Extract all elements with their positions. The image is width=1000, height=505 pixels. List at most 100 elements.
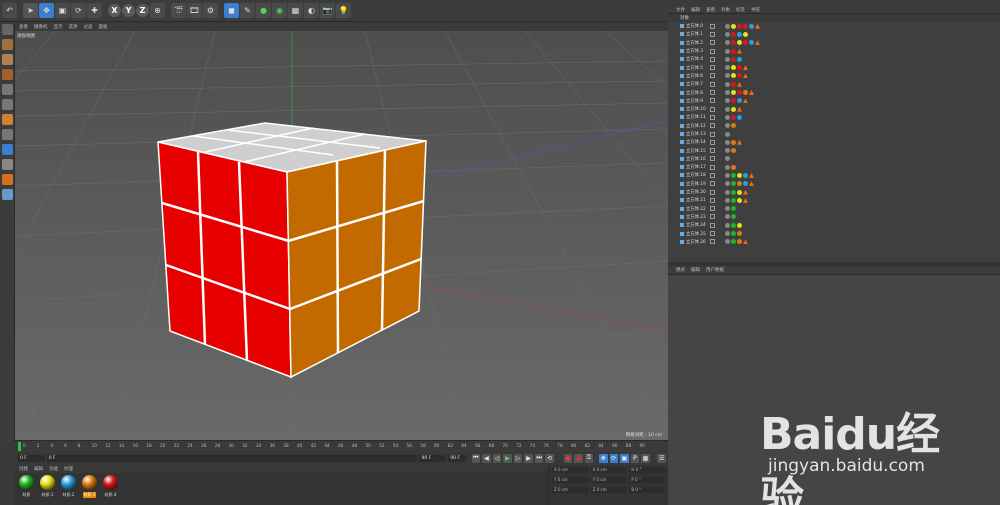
object-row[interactable]: 立方体.26 (668, 238, 1000, 246)
key-rotation-icon[interactable]: ⟳ (609, 453, 619, 463)
material-menu-texture[interactable]: 纹理 (64, 466, 73, 472)
viewport-menu-display[interactable]: 显示 (54, 24, 63, 30)
next-key-icon[interactable]: ▶ (524, 453, 533, 463)
object-row[interactable]: 立方体.15 (668, 146, 1000, 154)
material-tag-icon[interactable] (731, 114, 736, 120)
material-tag-icon[interactable] (731, 214, 736, 220)
material-tag-icon[interactable] (731, 81, 736, 87)
material-tag-icon[interactable] (737, 40, 742, 46)
material-tag-icon[interactable] (737, 172, 742, 178)
material-tag-icon[interactable] (731, 148, 736, 154)
selection-tag-icon[interactable] (737, 81, 742, 87)
phong-tag-icon[interactable] (725, 114, 730, 120)
object-menu-bookmarks[interactable]: 书签 (751, 7, 760, 13)
start-frame-field[interactable]: 0 F (18, 454, 45, 462)
selection-tag-icon[interactable] (743, 197, 748, 203)
perspective-viewport[interactable]: 网格间距 : 10 cm (15, 31, 668, 440)
selection-tag-icon[interactable] (737, 48, 742, 54)
object-row[interactable]: 立方体.2 (668, 39, 1000, 47)
object-row[interactable]: 立方体.25 (668, 229, 1000, 237)
record-key-icon[interactable]: ● (563, 453, 573, 463)
object-menu-edit[interactable]: 编辑 (691, 7, 700, 13)
visibility-toggle-icon[interactable] (710, 139, 715, 145)
autokey-icon[interactable]: ◉ (574, 453, 583, 463)
spline-pen-icon[interactable]: ✎ (240, 3, 255, 18)
material-tag-icon[interactable] (731, 106, 736, 112)
material-tag-icon[interactable] (743, 90, 748, 96)
key-pla-icon[interactable]: ▦ (641, 453, 650, 463)
points-mode-icon[interactable] (2, 84, 13, 95)
phong-tag-icon[interactable] (725, 40, 730, 46)
selection-tag-icon[interactable] (743, 73, 748, 79)
object-group-header[interactable]: 对象 (668, 14, 1000, 22)
phong-tag-icon[interactable] (725, 172, 730, 178)
viewport-menu-options[interactable]: 选项 (69, 24, 78, 30)
selection-tag-icon[interactable] (755, 23, 760, 29)
scene-icon[interactable]: ▦ (288, 3, 303, 18)
phong-tag-icon[interactable] (725, 148, 730, 154)
object-row[interactable]: 立方体.22 (668, 205, 1000, 213)
current-frame-field[interactable]: 0 F (46, 454, 418, 462)
key-scale-icon[interactable]: ▣ (620, 453, 629, 463)
object-row[interactable]: 立方体.13 (668, 130, 1000, 138)
visibility-toggle-icon[interactable] (710, 231, 715, 237)
material-tag-icon[interactable] (737, 73, 742, 79)
material-menu-create[interactable]: 创建 (19, 466, 28, 472)
material-tag-icon[interactable] (737, 65, 742, 71)
visibility-toggle-icon[interactable] (710, 206, 715, 212)
phong-tag-icon[interactable] (725, 131, 730, 137)
material-tag-icon[interactable] (731, 98, 736, 104)
go-to-start-icon[interactable]: ⏮ (471, 453, 481, 463)
y-axis-lock-icon[interactable]: Y (122, 4, 135, 17)
material-tag-icon[interactable] (737, 189, 742, 195)
coordinate-field[interactable]: H 0 ° (629, 467, 666, 473)
visibility-toggle-icon[interactable] (710, 90, 715, 96)
workplane-icon[interactable] (2, 69, 13, 80)
object-row[interactable]: 立方体.21 (668, 196, 1000, 204)
visibility-toggle-icon[interactable] (710, 131, 715, 137)
texture-mode-icon[interactable] (2, 54, 13, 65)
visibility-toggle-icon[interactable] (710, 98, 715, 104)
material-tag-icon[interactable] (737, 98, 742, 104)
material-tag-icon[interactable] (731, 73, 736, 79)
object-row[interactable]: 立方体.10 (668, 105, 1000, 113)
material-tag-icon[interactable] (737, 56, 742, 62)
material-menu-function[interactable]: 功能 (49, 466, 58, 472)
selection-tag-icon[interactable] (743, 239, 748, 245)
phong-tag-icon[interactable] (725, 222, 730, 228)
phong-tag-icon[interactable] (725, 90, 730, 96)
material-tag-icon[interactable] (749, 23, 754, 29)
phong-tag-icon[interactable] (725, 206, 730, 212)
object-row[interactable]: 立方体.7 (668, 80, 1000, 88)
x-axis-lock-icon[interactable]: X (108, 4, 121, 17)
object-menu-tags[interactable]: 标签 (736, 7, 745, 13)
phong-tag-icon[interactable] (725, 189, 730, 195)
material-tag-icon[interactable] (737, 231, 742, 237)
sculpt-icon[interactable] (2, 159, 13, 170)
material-tag-icon[interactable] (731, 31, 736, 37)
edges-mode-icon[interactable] (2, 99, 13, 110)
object-row[interactable]: 立方体.23 (668, 213, 1000, 221)
material-tag-icon[interactable] (731, 48, 736, 54)
visibility-toggle-icon[interactable] (710, 164, 715, 170)
phong-tag-icon[interactable] (725, 48, 730, 54)
phong-tag-icon[interactable] (725, 231, 730, 237)
material-tag-icon[interactable] (737, 197, 742, 203)
z-axis-lock-icon[interactable]: Z (136, 4, 149, 17)
timeline-ruler[interactable]: 0 2 4 6 8 10 12 14 16 18 20 22 24 26 28 30 32 34 36 38 40 42 4… (15, 440, 668, 452)
material-tag-icon[interactable] (731, 206, 736, 212)
locked-workplane-icon[interactable] (2, 174, 13, 185)
object-row[interactable]: 立方体.9 (668, 97, 1000, 105)
material-tag-icon[interactable] (737, 90, 742, 96)
keyframe-selection-icon[interactable]: ⚿ (584, 453, 594, 463)
material-tag-icon[interactable] (731, 23, 736, 29)
material-item[interactable]: 材质 (17, 475, 36, 503)
model-mode-icon[interactable] (2, 39, 13, 50)
render-view-icon[interactable]: 🎬 (171, 3, 186, 18)
object-row[interactable]: 立方体.24 (668, 221, 1000, 229)
visibility-toggle-icon[interactable] (710, 106, 715, 112)
object-row[interactable]: 立方体.16 (668, 155, 1000, 163)
key-position-icon[interactable]: ✥ (598, 453, 608, 463)
rotate-tool-icon[interactable]: ⟳ (71, 3, 86, 18)
visibility-toggle-icon[interactable] (710, 189, 715, 195)
